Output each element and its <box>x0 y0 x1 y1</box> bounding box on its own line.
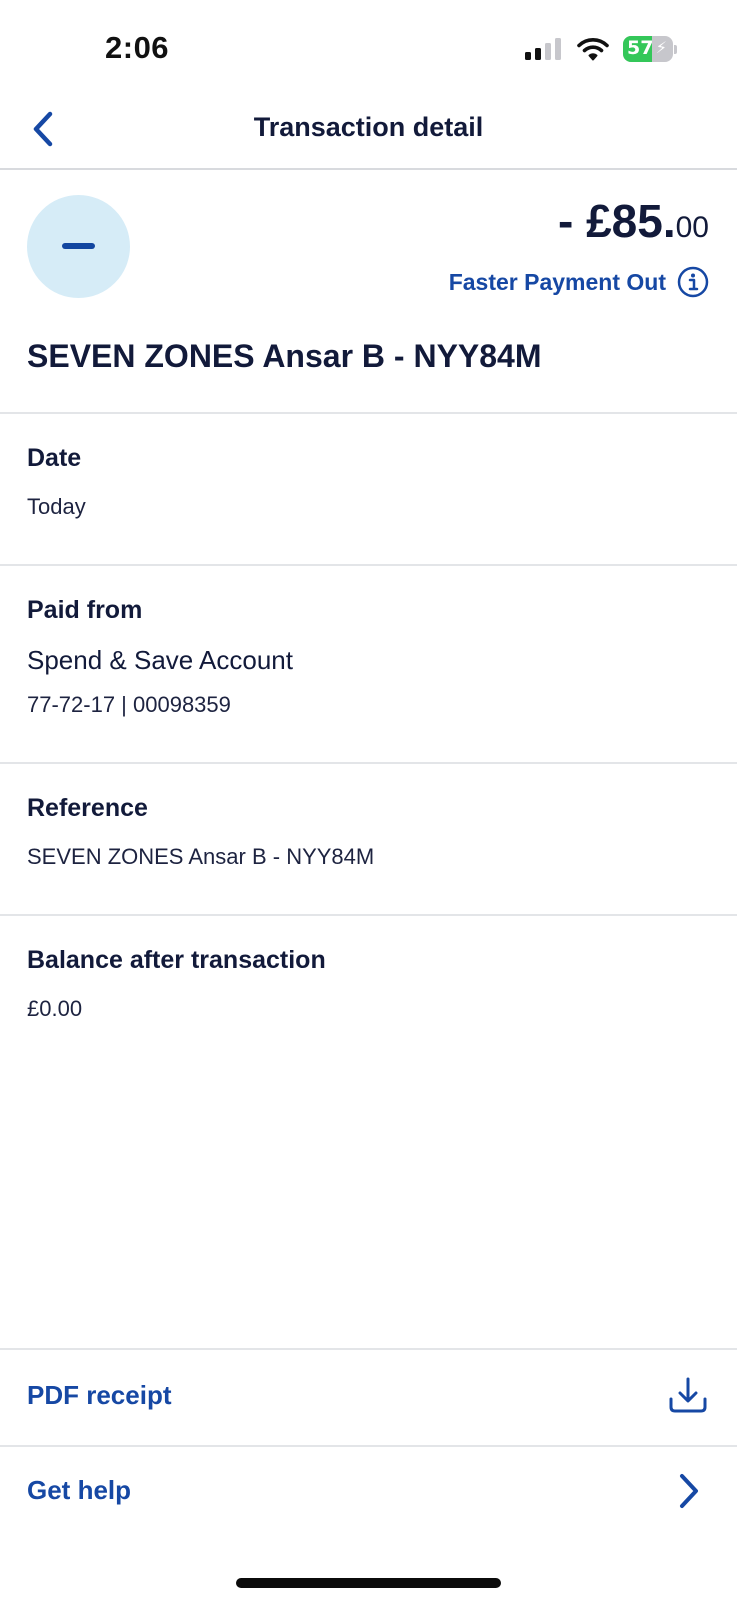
paid-from-label: Paid from <box>27 596 143 624</box>
page-title: Transaction detail <box>253 112 484 142</box>
get-help-label: Get help <box>27 1475 132 1505</box>
payment-type-label: Faster Payment Out <box>448 268 666 295</box>
chevron-right-icon <box>680 1474 698 1508</box>
reference-section: Reference SEVEN ZONES Ansar B - NYY84M <box>0 764 737 916</box>
nav-header: Transaction detail <box>0 90 737 170</box>
status-bar: 2:06 57 ⚡ <box>0 0 737 90</box>
payment-type: Faster Payment Out <box>449 266 709 298</box>
transaction-summary: - £85.00 Faster Payment Out SEVEN ZONES … <box>0 170 737 414</box>
account-name: Spend & Save Account <box>27 645 293 675</box>
reference-label: Reference <box>27 794 148 822</box>
battery-percent: 57 <box>627 37 654 59</box>
date-label: Date <box>27 444 82 472</box>
wifi-icon <box>577 38 609 61</box>
charging-bolt-icon: ⚡ <box>655 40 667 57</box>
paid-from-section: Paid from Spend & Save Account 77-72-17 … <box>0 566 737 764</box>
battery-icon: 57 ⚡ <box>623 36 677 62</box>
account-details: 77-72-17 | 00098359 <box>27 692 231 717</box>
pdf-receipt-button[interactable]: PDF receipt <box>0 1348 737 1447</box>
transaction-type-avatar <box>27 195 130 298</box>
amount-pence: 00 <box>675 211 709 244</box>
get-help-button[interactable]: Get help <box>0 1445 737 1540</box>
date-value: Today <box>27 494 86 519</box>
transaction-amount: - £85.00 <box>558 194 709 248</box>
status-icons: 57 ⚡ <box>525 36 677 62</box>
status-time: 2:06 <box>105 30 170 65</box>
amount-main: - £85. <box>557 195 676 247</box>
reference-value: SEVEN ZONES Ansar B - NYY84M <box>27 844 375 869</box>
balance-label: Balance after transaction <box>27 946 326 974</box>
date-section: Date Today <box>0 414 737 566</box>
home-indicator[interactable] <box>236 1578 501 1588</box>
balance-section: Balance after transaction £0.00 <box>0 916 737 1066</box>
payee-name: SEVEN ZONES Ansar B - NYY84M <box>27 338 542 374</box>
info-icon[interactable] <box>677 266 709 298</box>
balance-value: £0.00 <box>27 996 83 1021</box>
minus-icon <box>62 243 95 249</box>
download-icon <box>669 1377 707 1413</box>
pdf-receipt-label: PDF receipt <box>27 1380 172 1410</box>
cellular-signal-icon <box>525 38 561 60</box>
